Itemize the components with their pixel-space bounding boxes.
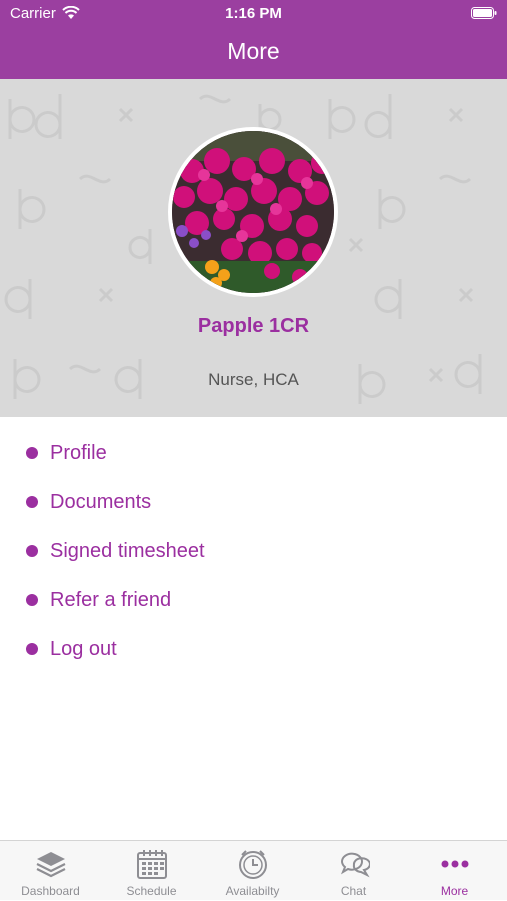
avatar[interactable]	[168, 127, 338, 297]
calendar-icon	[137, 850, 167, 879]
bullet-icon	[26, 594, 38, 606]
profile-header: Papple 1CR Nurse, HCA	[0, 79, 507, 417]
more-dots-icon	[441, 860, 469, 868]
status-bar: Carrier 1:16 PM	[0, 0, 507, 28]
menu-item-label: Profile	[50, 442, 107, 464]
status-time: 1:16 PM	[225, 5, 282, 22]
battery-icon	[471, 7, 497, 19]
menu-item-label: Log out	[50, 638, 117, 660]
bullet-icon	[26, 643, 38, 655]
menu-item-signed-timesheet[interactable]: Signed timesheet	[0, 515, 507, 564]
chat-bubbles-icon	[340, 852, 370, 878]
profile-name: Papple 1CR	[197, 315, 310, 337]
layers-icon	[36, 852, 66, 878]
menu-item-log-out[interactable]: Log out	[0, 613, 507, 662]
menu-item-refer-a-friend[interactable]: Refer a friend	[0, 564, 507, 613]
menu-item-label: Refer a friend	[50, 589, 172, 611]
tab-schedule[interactable]: Schedule	[101, 841, 202, 901]
flower-photo	[172, 131, 334, 293]
bullet-icon	[26, 496, 38, 508]
bullet-icon	[26, 447, 38, 459]
tab-more[interactable]: More	[404, 841, 505, 901]
tab-label: Availabilty	[225, 884, 280, 898]
tab-availability[interactable]: Availabilty	[202, 841, 303, 901]
tab-label: Dashboard	[21, 884, 80, 898]
menu-item-label: Signed timesheet	[50, 540, 205, 562]
menu-item-documents[interactable]: Documents	[0, 466, 507, 515]
tab-label: More	[440, 884, 469, 898]
clock-icon	[239, 850, 267, 879]
tab-chat[interactable]: Chat	[303, 841, 404, 901]
menu-item-profile[interactable]: Profile	[0, 417, 507, 466]
tab-bar: Dashboard Schedule Availabilty Chat More	[0, 840, 507, 900]
bullet-icon	[26, 545, 38, 557]
tab-label: Chat	[340, 884, 367, 898]
menu-item-label: Documents	[50, 491, 152, 513]
nav-bar: More	[0, 28, 507, 79]
page-title: More	[227, 38, 280, 64]
tab-dashboard[interactable]: Dashboard	[0, 841, 101, 901]
profile-role: Nurse, HCA	[208, 370, 299, 389]
tab-label: Schedule	[126, 884, 177, 898]
